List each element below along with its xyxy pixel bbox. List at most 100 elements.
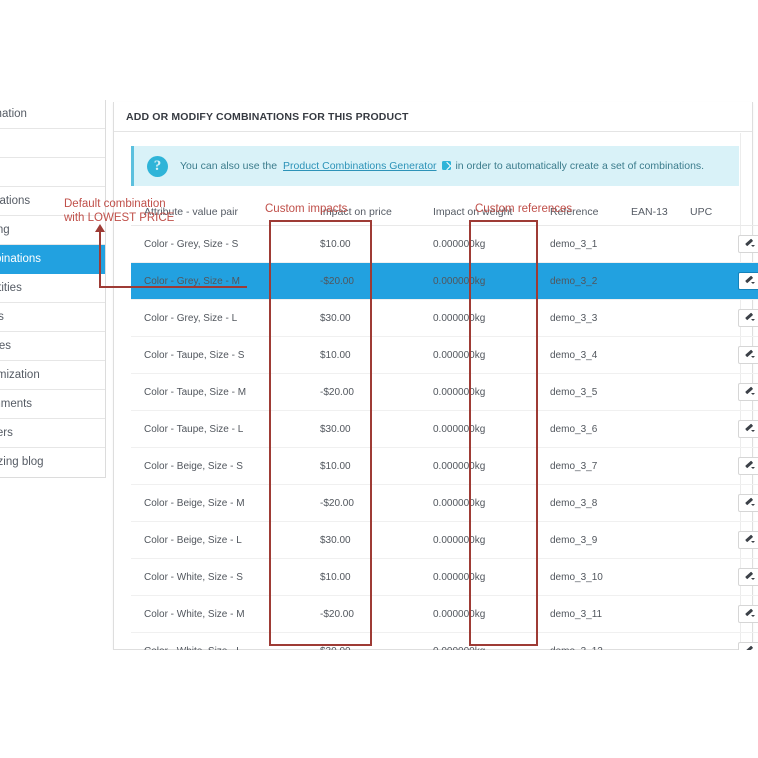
table-header-row: Attribute - value pairImpact on priceImp… [131, 200, 758, 226]
cell-price: -$20.00 [298, 374, 425, 411]
cell-attribute: Color - White, Size - M [131, 596, 298, 633]
sidebar-item-label: atures [0, 340, 11, 352]
cell-ean13 [622, 485, 683, 522]
cell-price: -$20.00 [298, 485, 425, 522]
table-row[interactable]: Color - Taupe, Size - S$10.000.000000kgd… [131, 337, 758, 374]
info-banner-text-before: You can also use the [180, 160, 277, 172]
cell-reference: demo_3_9 [536, 522, 622, 559]
edit-button[interactable]: Edit [738, 309, 758, 327]
column-header-impact-on-price: Impact on price [298, 200, 425, 226]
sidebar-item-ages[interactable]: ages [0, 303, 105, 332]
cell-reference: demo_3_6 [536, 411, 622, 448]
sidebar-item-atures[interactable]: atures [0, 332, 105, 361]
table-row[interactable]: Color - Grey, Size - S$10.000.000000kgde… [131, 226, 758, 263]
cell-reference: demo_3_10 [536, 559, 622, 596]
sidebar-item-istomization[interactable]: istomization [0, 361, 105, 390]
info-banner-text-after: in order to automatically create a set o… [455, 160, 704, 172]
cell-weight: 0.000000kg [425, 411, 536, 448]
cell-attribute: Color - Beige, Size - S [131, 448, 298, 485]
sidebar-item-label: sociations [0, 195, 30, 207]
cell-ean13 [622, 226, 683, 263]
sidebar-item-label: ipping [0, 224, 10, 236]
external-link-icon [442, 161, 451, 170]
edit-button[interactable]: Edit [738, 420, 758, 438]
edit-button[interactable]: Edit [738, 457, 758, 475]
pencil-icon [745, 573, 754, 582]
sidebar-item-o[interactable]: O [0, 158, 105, 187]
table-body: Color - Grey, Size - S$10.000.000000kgde… [131, 226, 758, 651]
cell-reference: demo_3_3 [536, 300, 622, 337]
cell-attribute: Color - Grey, Size - L [131, 300, 298, 337]
edit-button[interactable]: Edit [738, 568, 758, 586]
combinations-table: Attribute - value pairImpact on priceImp… [131, 200, 758, 650]
table-row[interactable]: Color - Beige, Size - L$30.000.000000kgd… [131, 522, 758, 559]
question-mark-icon: ? [147, 156, 168, 177]
table-row[interactable]: Color - Beige, Size - S$10.000.000000kgd… [131, 448, 758, 485]
sidebar-item-ombinations[interactable]: ombinations [0, 245, 105, 274]
cell-upc [683, 411, 738, 448]
edit-button[interactable]: Edit [738, 642, 758, 650]
table-row[interactable]: Color - Taupe, Size - L$30.000.000000kgd… [131, 411, 758, 448]
column-header-ean-13: EAN-13 [622, 200, 683, 226]
edit-button[interactable]: Edit [738, 494, 758, 512]
cell-attribute: Color - Taupe, Size - S [131, 337, 298, 374]
cell-attribute: Color - Beige, Size - M [131, 485, 298, 522]
edit-button[interactable]: Edit [738, 383, 758, 401]
cell-upc [683, 596, 738, 633]
cell-attribute: Color - Taupe, Size - M [131, 374, 298, 411]
pencil-icon [745, 388, 754, 397]
cell-price: $10.00 [298, 448, 425, 485]
sidebar-item-sociations[interactable]: sociations [0, 187, 105, 216]
screenshot-viewport: formationicesOsociations ipping ombination… [0, 100, 758, 650]
cell-weight: 0.000000kg [425, 559, 536, 596]
cell-ean13 [622, 411, 683, 448]
cell-price: $10.00 [298, 337, 425, 374]
cell-weight: 0.000000kg [425, 522, 536, 559]
cell-weight: 0.000000kg [425, 485, 536, 522]
cell-ean13 [622, 522, 683, 559]
cell-actions: Edit [738, 633, 758, 651]
pencil-icon [745, 240, 754, 249]
edit-button[interactable]: Edit [738, 605, 758, 623]
sidebar-item-formation[interactable]: formation [0, 100, 105, 129]
pencil-icon [745, 277, 754, 286]
table-row[interactable]: Color - Taupe, Size - M-$20.000.000000kg… [131, 374, 758, 411]
edit-button[interactable]: Edit [738, 235, 758, 253]
table-row[interactable]: Color - White, Size - M-$20.000.000000kg… [131, 596, 758, 633]
table-row[interactable]: Color - Beige, Size - M-$20.000.000000kg… [131, 485, 758, 522]
cell-upc [683, 226, 738, 263]
sidebar-item-label: uantities [0, 282, 22, 294]
edit-button[interactable]: Edit [738, 346, 758, 364]
table-row[interactable]: Color - Grey, Size - L$30.000.000000kgde… [131, 300, 758, 337]
cell-weight: 0.000000kg [425, 596, 536, 633]
cell-attribute: Color - Beige, Size - L [131, 522, 298, 559]
cell-reference: demo_3_2 [536, 263, 622, 300]
edit-button[interactable]: Edit [738, 272, 758, 290]
cell-ean13 [622, 633, 683, 651]
pencil-icon [745, 499, 754, 508]
column-header-attribute: Attribute - value pair [131, 200, 298, 226]
column-header-reference: Reference [536, 200, 622, 226]
pencil-icon [745, 425, 754, 434]
edit-button[interactable]: Edit [738, 531, 758, 549]
cell-actions: Edit [738, 596, 758, 633]
table-row[interactable]: Color - White, Size - L$30.000.000000kgd… [131, 633, 758, 651]
sidebar-item-nazzing-blog[interactable]: nazzing blog [0, 448, 105, 477]
cell-attribute: Color - Grey, Size - M [131, 263, 298, 300]
cell-actions: Edit [738, 522, 758, 559]
cell-price: $30.00 [298, 522, 425, 559]
cell-actions: Edit [738, 411, 758, 448]
sidebar-item-ipping[interactable]: ipping [0, 216, 105, 245]
sidebar-item-ppliers[interactable]: ppliers [0, 419, 105, 448]
cell-reference: demo_3_8 [536, 485, 622, 522]
table-row[interactable]: Color - White, Size - S$10.000.000000kgd… [131, 559, 758, 596]
sidebar-item-label: ppliers [0, 427, 13, 439]
combinations-panel: ADD OR MODIFY COMBINATIONS FOR THIS PROD… [113, 102, 753, 650]
sidebar-item-uantities[interactable]: uantities [0, 274, 105, 303]
table-row[interactable]: Color - Grey, Size - M-$20.000.000000kgd… [131, 263, 758, 300]
cell-upc [683, 337, 738, 374]
sidebar-item-ices[interactable]: ices [0, 129, 105, 158]
product-combinations-generator-link[interactable]: Product Combinations Generator [283, 160, 437, 172]
sidebar-item-tachments[interactable]: tachments [0, 390, 105, 419]
sidebar-item-label: ages [0, 311, 4, 323]
